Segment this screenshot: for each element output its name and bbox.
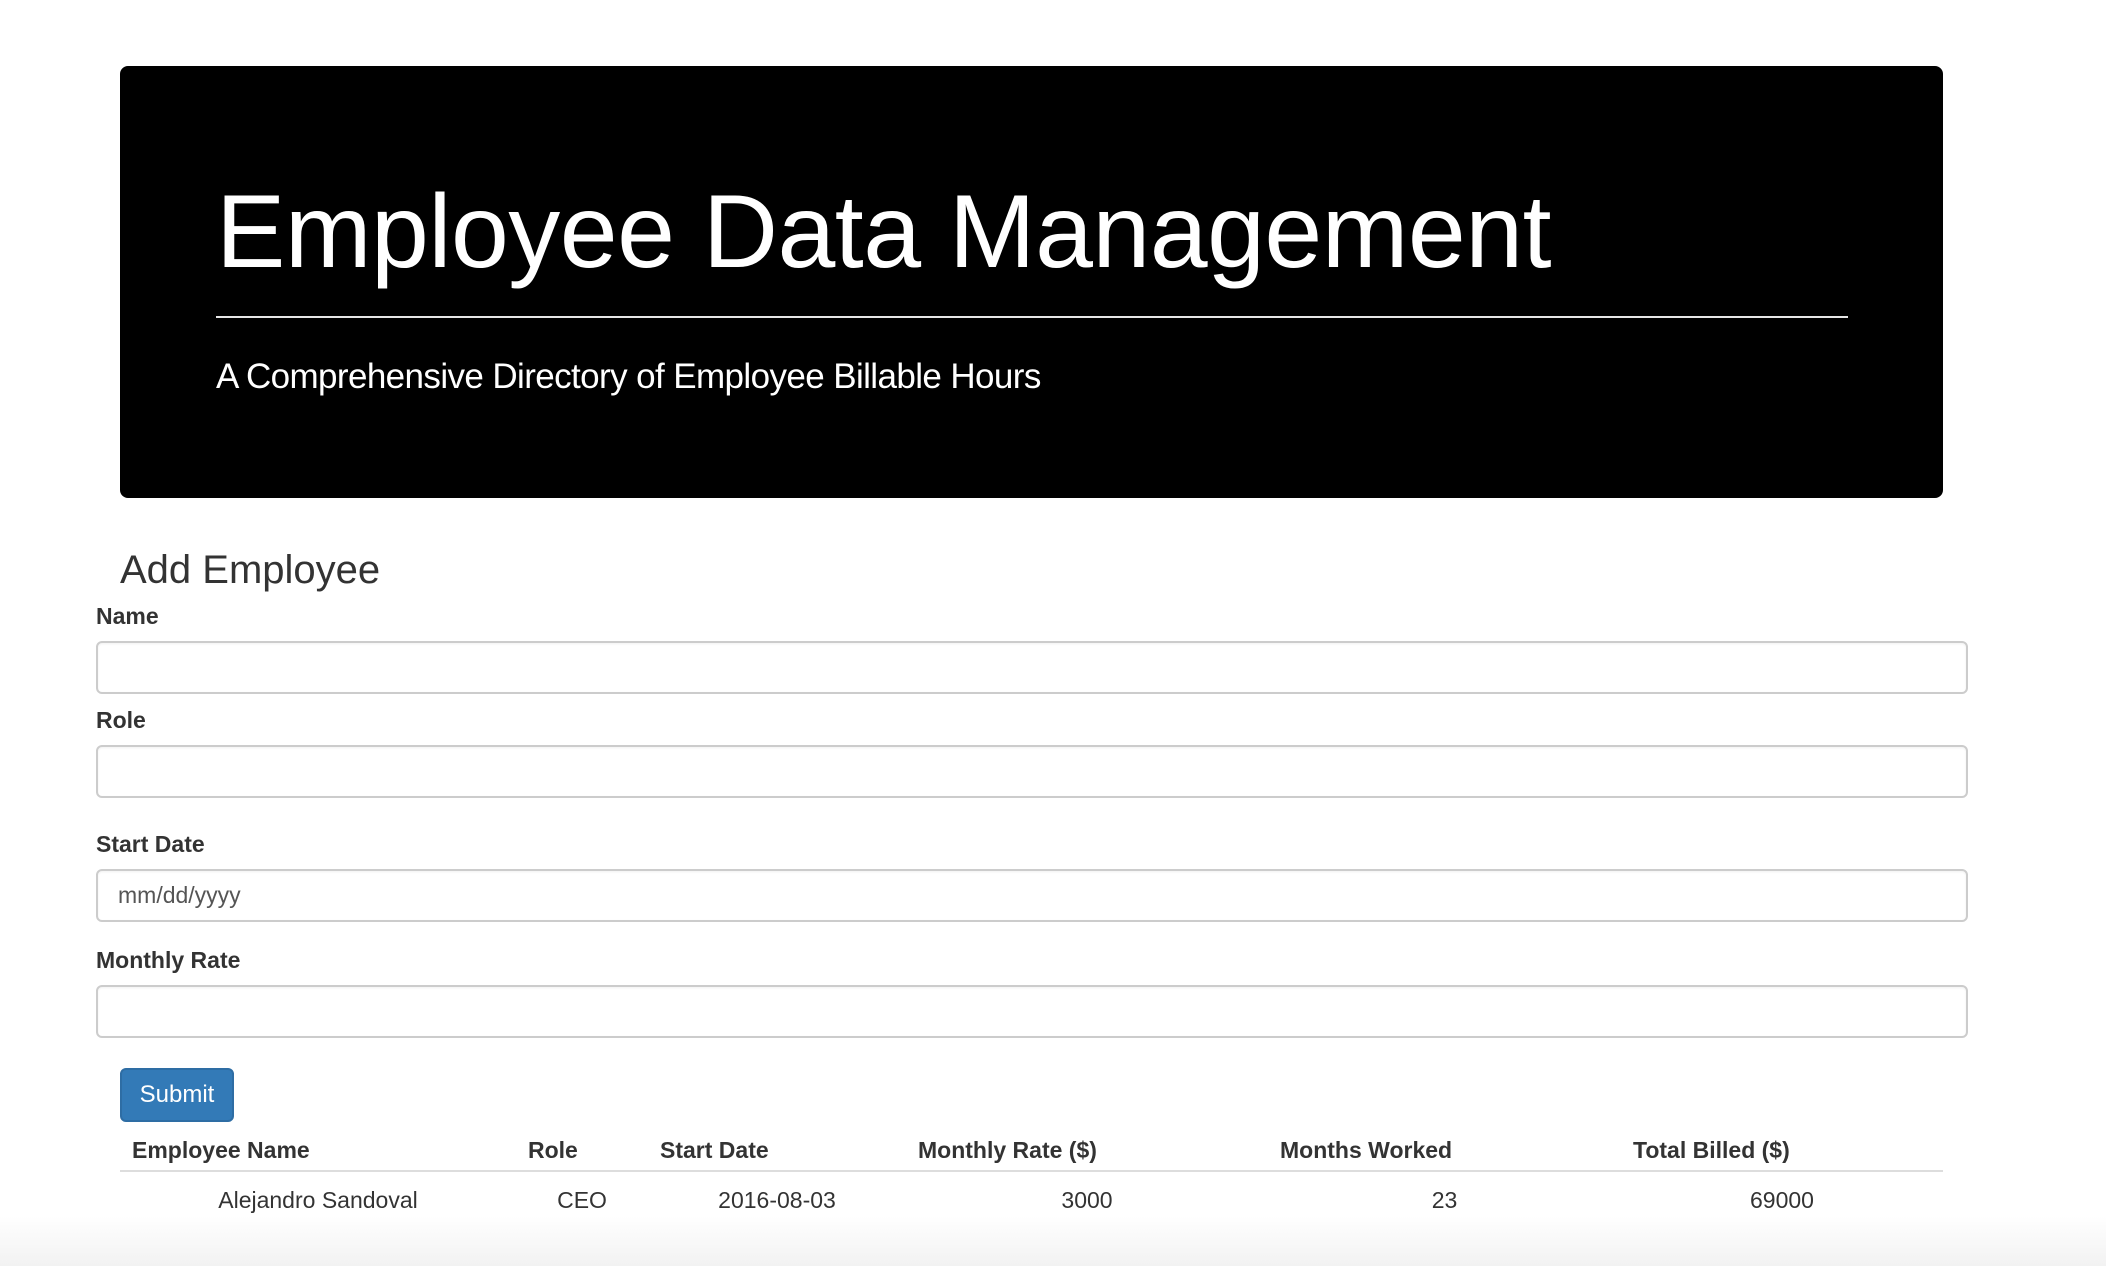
role-label: Role xyxy=(96,707,146,733)
page-subtitle: A Comprehensive Directory of Employee Bi… xyxy=(216,357,1041,396)
column-header-months-worked: Months Worked xyxy=(1268,1130,1621,1172)
name-form-group: Name xyxy=(96,601,1968,694)
cell-total-billed: 69000 xyxy=(1750,1186,1814,1213)
monthly-rate-input[interactable] xyxy=(96,985,1968,1038)
role-input[interactable] xyxy=(96,745,1968,798)
start-date-label: Start Date xyxy=(96,831,205,857)
cell-employee-name: Alejandro Sandoval xyxy=(218,1186,418,1213)
column-header-start-date: Start Date xyxy=(648,1130,906,1172)
column-header-role: Role xyxy=(516,1130,648,1172)
cell-months-worked: 23 xyxy=(1431,1186,1458,1213)
start-date-input[interactable] xyxy=(96,869,1968,922)
employee-table: Employee Name Role Start Date Monthly Ra… xyxy=(120,1130,1943,1228)
page: Employee Data Management A Comprehensive… xyxy=(0,0,2106,1266)
start-date-form-group: Start Date xyxy=(96,829,1968,922)
monthly-rate-label: Monthly Rate xyxy=(96,947,241,973)
column-header-monthly-rate: Monthly Rate ($) xyxy=(906,1130,1268,1172)
add-employee-heading: Add Employee xyxy=(120,548,381,592)
monthly-rate-form-group: Monthly Rate xyxy=(96,945,1968,1038)
cell-start-date: 2016-08-03 xyxy=(718,1186,836,1213)
name-input[interactable] xyxy=(96,641,1968,694)
header-divider xyxy=(216,316,1848,318)
role-form-group: Role xyxy=(96,705,1968,798)
cell-monthly-rate: 3000 xyxy=(1061,1186,1113,1213)
column-header-total-billed: Total Billed ($) xyxy=(1621,1130,1943,1172)
page-title: Employee Data Management xyxy=(216,174,1551,290)
cell-role: CEO xyxy=(557,1186,607,1213)
submit-button[interactable]: Submit xyxy=(120,1068,234,1122)
name-label: Name xyxy=(96,603,159,629)
column-header-employee-name: Employee Name xyxy=(120,1130,516,1172)
jumbotron-header: Employee Data Management A Comprehensive… xyxy=(120,66,1943,498)
table-header-row: Employee Name Role Start Date Monthly Ra… xyxy=(120,1130,1943,1172)
table-row: Alejandro Sandoval CEO 2016-08-03 3000 2… xyxy=(120,1171,1943,1228)
